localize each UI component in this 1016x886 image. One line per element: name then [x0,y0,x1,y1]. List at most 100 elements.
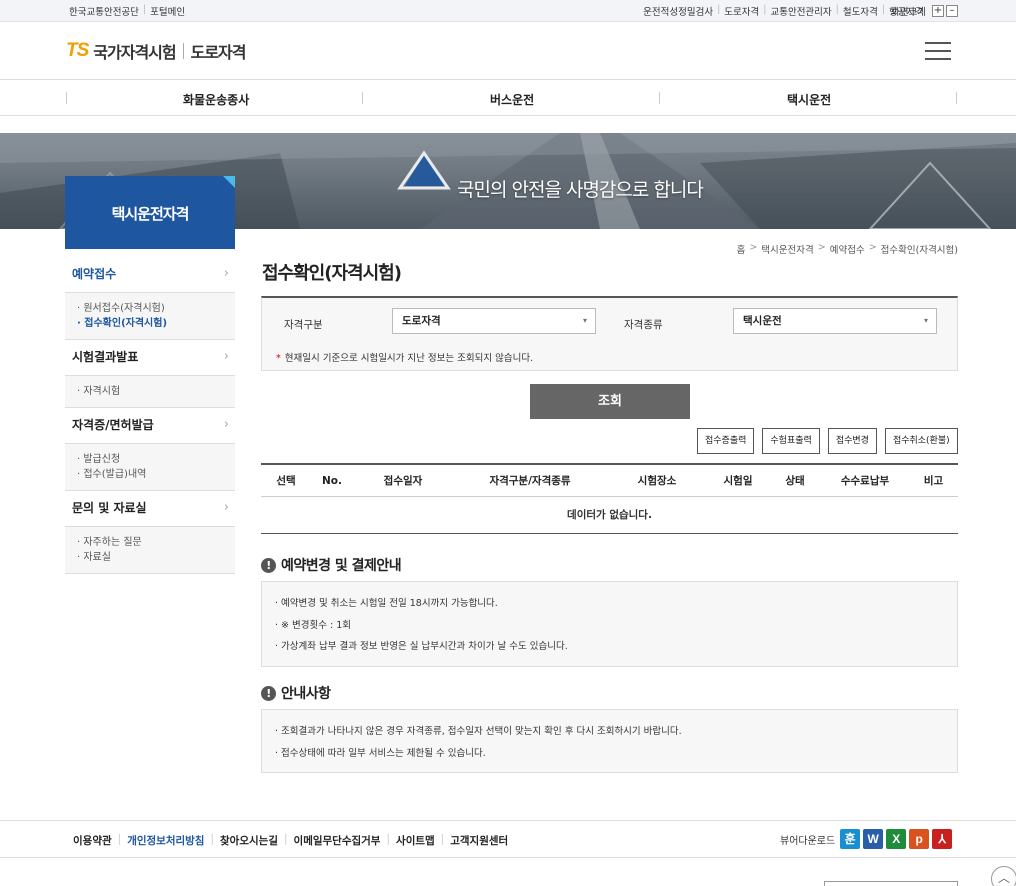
column-header: 선택 [276,475,296,487]
sidebar-submenu: · 발급신청 · 접수(발급)내역 [65,444,235,491]
category-select[interactable]: 도로자격 ▾ [392,308,596,334]
footer-link-terms[interactable]: 이용약관 [73,833,112,848]
link-road-qualification[interactable]: 도로자격 [724,4,759,18]
link-aptitude-test[interactable]: 운전적성정밀검사 [643,4,713,18]
info-icon: ! [261,685,276,701]
sidebar-sub-issue[interactable]: · 발급신청 [77,452,235,467]
sidebar-item-label: 문의 및 자료실 [72,501,147,515]
footer-link-directions[interactable]: 찾아오시는길 [220,833,278,848]
zoom-in-button[interactable]: + [932,5,944,17]
logo-ts: TS [66,40,89,61]
pdf-viewer-icon[interactable]: ⅄ [932,829,953,849]
info-icon: ! [261,557,276,573]
sidebar-item-results[interactable]: 시험결과발표 › [65,340,235,376]
search-button[interactable]: 조회 [530,384,690,419]
info-line: · 조회결과가 나타나지 않은 경우 자격종류, 접수일자 선택이 맞는지 확인… [275,726,682,737]
separator: | [763,4,767,15]
banner-slogan: 국민의 안전을 사명감으로 합니다 [457,179,704,201]
nav-divider [362,92,363,104]
application-table: 선택 No. 접수일자 자격구분/자격종류 시험장소 시험일 상태 수수료납부 … [261,463,958,534]
sidebar-sub-apply[interactable]: · 원서접수(자격시험) [77,301,235,316]
main-nav: 화물운송종사 버스운전 택시운전 [0,81,1016,116]
column-header: 시험일 [723,475,753,487]
column-header: 시험장소 [637,475,677,487]
footer-link-email-refusal[interactable]: 이메일무단수집거부 [294,833,381,848]
section-title-text: 예약변경 및 결제안내 [281,558,402,574]
footer-link-sitemap[interactable]: 사이트맵 [396,833,435,848]
scroll-top-icon[interactable]: ︿ [991,866,1016,886]
print-admission-ticket-button[interactable]: 수험표출력 [762,428,820,454]
separator: | [142,4,147,15]
hamburger-menu-icon[interactable] [925,42,951,60]
change-application-button[interactable]: 접수변경 [827,428,877,454]
type-select[interactable]: 택시운전 ▾ [733,308,937,334]
breadcrumb: 홈 > 택시운전자격 > 예약접수 > 접수확인(자격시험) [737,242,958,256]
sidebar-item-license[interactable]: 자격증/면허발급 › [65,408,235,444]
breadcrumb-reservation[interactable]: 예약접수 [830,242,865,256]
logo-sub: 도로자격 [190,43,247,62]
notice-info-box: · 조회결과가 나타나지 않은 경우 자격종류, 접수일자 선택이 맞는지 확인… [261,709,958,773]
footer-link-privacy[interactable]: 개인정보처리방침 [127,833,204,848]
link-traffic-safety-manager[interactable]: 교통안전관리자 [770,4,831,18]
breadcrumb-home[interactable]: 홈 [737,242,746,256]
separator: | [881,4,886,15]
chevron-down-icon: ▾ [923,316,928,325]
separator: | [283,833,288,845]
viewer-label: 뷰어다운로드 [780,835,836,847]
link-rail-qualification[interactable]: 철도자격 [843,4,878,18]
chevron-right-icon: › [223,266,229,281]
type-select-value: 택시운전 [743,315,782,327]
link-portal-main[interactable]: 포털메인 [150,4,185,18]
type-label: 자격종류 [624,319,663,331]
separator: | [835,4,839,15]
payment-info-box: · 예약변경 및 취소는 시험일 전일 18시까지 가능합니다. · ※ 변경횟… [261,581,958,667]
powerpoint-viewer-icon[interactable]: p [909,829,930,849]
chevron-down-icon: ▾ [582,316,587,325]
info-line: · 예약변경 및 취소는 시험일 전일 18시까지 가능합니다. [275,598,498,609]
chevron-right-icon: › [223,349,229,364]
link-kotsa[interactable]: 한국교통안전공단 [69,4,139,18]
column-header: 접수일자 [383,475,423,487]
print-receipt-button[interactable]: 접수증출력 [697,428,755,454]
breadcrumb-separator: > [817,242,826,253]
zoom-out-button[interactable]: – [946,5,958,17]
excel-viewer-icon[interactable]: X [886,829,907,849]
utility-left-links: 한국교통안전공단 | 포털메인 [69,4,185,18]
sidebar-item-label: 시험결과발표 [72,350,139,364]
word-viewer-icon[interactable]: W [863,829,884,849]
sidebar-title: 택시운전자격 [65,176,235,249]
breadcrumb-taxi[interactable]: 택시운전자격 [761,242,813,256]
footer-link-support[interactable]: 고객지원센터 [450,833,508,848]
separator: | [440,833,445,845]
category-label: 자격구분 [284,319,323,331]
table-empty-message: 데이터가 없습니다. [567,509,652,521]
sidebar-sub-faq[interactable]: · 자주하는 질문 [77,535,235,550]
sidebar-nav: 예약접수 › · 원서접수(자격시험) · 접수확인(자격시험) 시험결과발표 … [65,257,235,574]
column-header: 비고 [923,475,944,487]
breadcrumb-separator: > [868,242,877,253]
sidebar-sub-issue-history[interactable]: · 접수(발급)내역 [77,467,235,482]
family-site-select[interactable] [824,881,958,886]
sidebar-submenu: · 자주하는 질문 · 자료실 [65,527,235,574]
column-header: No. [322,474,342,487]
section-title-payment: ! 예약변경 및 결제안내 [261,555,402,575]
sidebar-sub-library[interactable]: · 자료실 [77,550,235,565]
sidebar-item-reservation[interactable]: 예약접수 › [65,257,235,293]
page-title: 접수확인(자격시험) [262,263,402,284]
hwp-viewer-icon[interactable]: 훈 [840,829,861,849]
site-logo[interactable]: TS 국가자격시험 도로자격 [66,39,246,63]
nav-cargo[interactable]: 화물운송종사 [183,91,249,108]
nav-bus[interactable]: 버스운전 [490,91,534,108]
separator: | [117,833,122,845]
zoom-label: 화면크기 [891,7,926,18]
category-select-value: 도로자격 [402,315,441,327]
sidebar-item-support[interactable]: 문의 및 자료실 › [65,491,235,527]
utility-bar: 한국교통안전공단 | 포털메인 운전적성정밀검사 | 도로자격 | 교통안전관리… [0,0,1016,22]
nav-taxi[interactable]: 택시운전 [787,91,831,108]
cancel-refund-button[interactable]: 접수취소(환불) [884,428,958,454]
section-title-notice: ! 안내사항 [261,683,331,703]
sidebar-sub-exam[interactable]: · 자격시험 [77,384,235,399]
required-star: * [276,353,281,364]
action-buttons: 접수증출력 수험표출력 접수변경 접수취소(환불) [697,428,958,454]
sidebar-sub-confirm[interactable]: · 접수확인(자격시험) [77,316,235,331]
